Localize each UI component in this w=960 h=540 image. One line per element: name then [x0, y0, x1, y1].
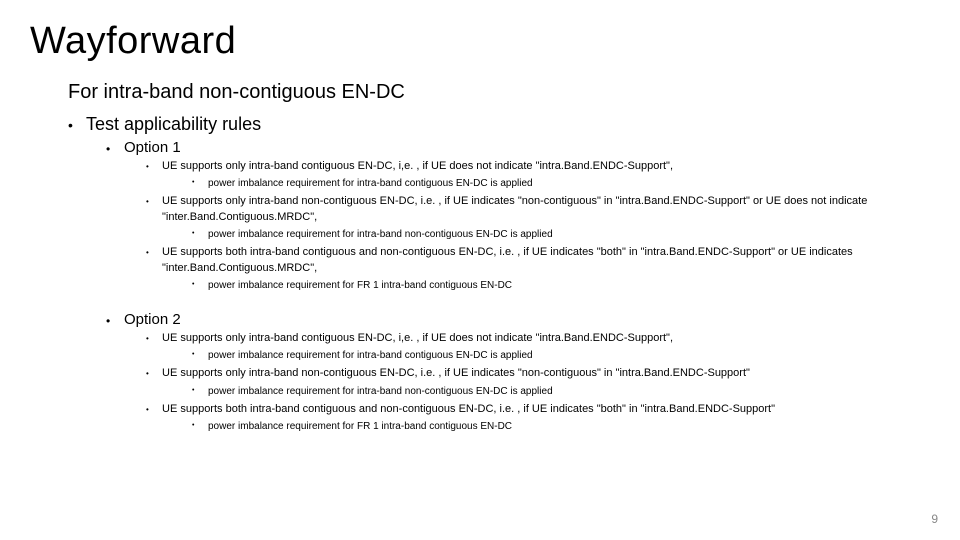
list-item: power imbalance requirement for FR 1 int…	[192, 278, 930, 293]
bullet-list-l4: power imbalance requirement for FR 1 int…	[192, 419, 930, 434]
bullet-list-l4: power imbalance requirement for intra-ba…	[192, 348, 930, 363]
bullet-list-l3: UE supports only intra-band contiguous E…	[146, 331, 930, 434]
list-item: UE supports only intra-band contiguous E…	[146, 159, 930, 191]
list-item: power imbalance requirement for intra-ba…	[192, 384, 930, 399]
list-item: power imbalance requirement for intra-ba…	[192, 227, 930, 242]
l3-text: UE supports only intra-band contiguous E…	[162, 332, 673, 344]
page-number: 9	[931, 512, 938, 526]
list-item: Option 1 UE supports only intra-band con…	[106, 139, 930, 293]
list-item: UE supports only intra-band non-contiguo…	[146, 194, 930, 242]
bullet-list-l3: UE supports only intra-band contiguous E…	[146, 159, 930, 293]
list-item: UE supports only intra-band non-contiguo…	[146, 366, 930, 398]
bullet-list-l2: Option 1 UE supports only intra-band con…	[106, 139, 930, 434]
list-item: power imbalance requirement for intra-ba…	[192, 176, 930, 191]
bullet-list-l4: power imbalance requirement for intra-ba…	[192, 227, 930, 242]
l3-text: UE supports both intra-band contiguous a…	[162, 403, 775, 415]
bullet-list-l4: power imbalance requirement for intra-ba…	[192, 384, 930, 399]
slide-subtitle: For intra-band non-contiguous EN-DC	[68, 81, 930, 104]
l4-text: power imbalance requirement for FR 1 int…	[208, 280, 512, 291]
list-item: UE supports only intra-band contiguous E…	[146, 331, 930, 363]
option-label: Option 2	[124, 311, 181, 328]
list-item: UE supports both intra-band contiguous a…	[146, 245, 930, 293]
l1-text: Test applicability rules	[86, 114, 261, 134]
bullet-list-l4: power imbalance requirement for intra-ba…	[192, 176, 930, 191]
l4-text: power imbalance requirement for intra-ba…	[208, 178, 533, 189]
l3-text: UE supports only intra-band non-contiguo…	[162, 195, 867, 222]
l3-text: UE supports only intra-band contiguous E…	[162, 160, 673, 172]
bullet-list-l1: Test applicability rules Option 1 UE sup…	[68, 114, 930, 434]
slide: Wayforward For intra-band non-contiguous…	[0, 0, 960, 540]
l3-text: UE supports both intra-band contiguous a…	[162, 246, 853, 273]
spacer	[106, 297, 930, 307]
slide-title: Wayforward	[30, 20, 930, 63]
l4-text: power imbalance requirement for intra-ba…	[208, 229, 553, 240]
l4-text: power imbalance requirement for FR 1 int…	[208, 421, 512, 432]
list-item: Option 2 UE supports only intra-band con…	[106, 311, 930, 434]
bullet-list-l4: power imbalance requirement for FR 1 int…	[192, 278, 930, 293]
list-item: UE supports both intra-band contiguous a…	[146, 402, 930, 434]
option-label: Option 1	[124, 139, 181, 156]
l4-text: power imbalance requirement for intra-ba…	[208, 386, 553, 397]
list-item: power imbalance requirement for FR 1 int…	[192, 419, 930, 434]
list-item: power imbalance requirement for intra-ba…	[192, 348, 930, 363]
l4-text: power imbalance requirement for intra-ba…	[208, 350, 533, 361]
list-item: Test applicability rules Option 1 UE sup…	[68, 114, 930, 434]
l3-text: UE supports only intra-band non-contiguo…	[162, 367, 750, 379]
